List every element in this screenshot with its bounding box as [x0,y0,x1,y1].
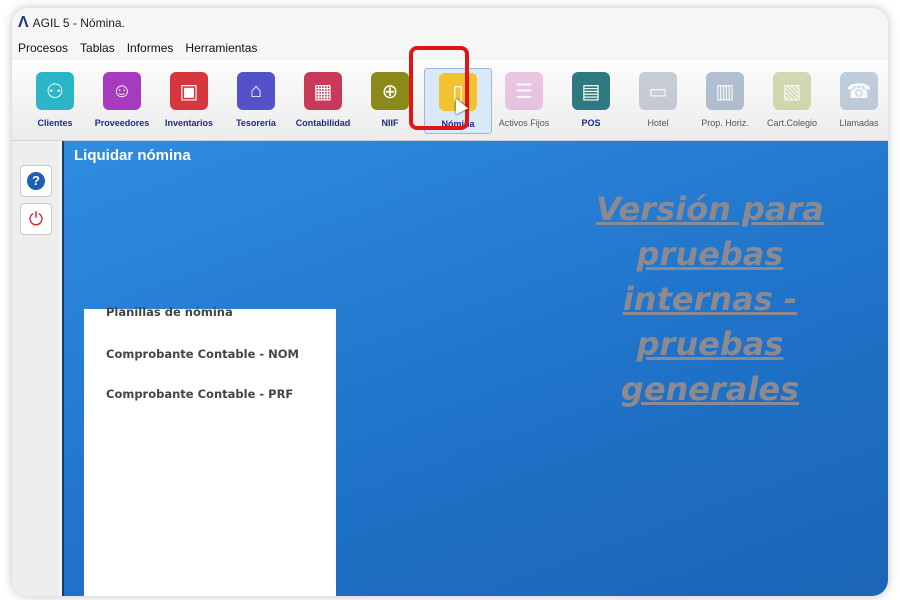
bank-icon: ⌂ [237,72,275,110]
building-icon: ▥ [706,72,744,110]
toolbar-button-hotel[interactable]: ▭ Hotel [625,68,691,132]
exit-button[interactable]: ⏻ [20,203,52,235]
toolbar-button-pos[interactable]: ▤ POS [558,68,624,132]
toolbar-button-label: Hotel [647,118,669,128]
toolbar-button-activos-fijos[interactable]: ☰ Activos Fijos [491,68,557,132]
assets-icon: ☰ [505,72,543,110]
toolbar-button-label: Clientes [37,118,73,128]
app-window: Λ AGIL 5 - Nómina. Procesos Tablas Infor… [12,8,888,596]
calculator-icon: ▦ [304,72,342,110]
menu-procesos[interactable]: Procesos [18,41,68,55]
globe-icon: ⊕ [371,72,409,110]
toolbar-button-label: Proveedores [94,118,150,128]
toolbar-button-label: Contabilidad [295,118,351,128]
list-item-comprobante-nom[interactable]: Comprobante Contable - NOM [106,347,299,361]
page-title: Liquidar nómina [74,147,191,164]
toolbar-button-clientes[interactable]: ⚇ Clientes [22,68,88,132]
menu-bar: Procesos Tablas Informes Herramientas [12,38,888,58]
provider-icon: ☺ [103,72,141,110]
school-icon: ▧ [773,72,811,110]
phone-icon: ☎ [840,72,878,110]
watermark-line: generales [620,370,800,408]
toolbar-button-label: Cart.Colegio [766,118,818,128]
toolbar-button-tesorería[interactable]: ⌂ Tesorería [223,68,289,132]
box-icon: ▣ [170,72,208,110]
menu-herramientas[interactable]: Herramientas [185,41,257,55]
title-bar: Λ AGIL 5 - Nómina. [12,8,888,38]
window-title: AGIL 5 - Nómina. [32,16,125,30]
list-item-comprobante-prf[interactable]: Comprobante Contable - PRF [106,387,293,401]
toolbar-button-label: Prop. Horiz. [701,118,749,128]
toolbar-button-niif[interactable]: ⊕ NIIF [357,68,423,132]
toolbar-button-contabilidad[interactable]: ▦ Contabilidad [290,68,356,132]
toolbar-button-label: Activos Fijos [498,118,550,128]
menu-tablas[interactable]: Tablas [80,41,115,55]
watermark-line: pruebas [636,235,784,273]
toolbar-button-prop-horiz-[interactable]: ▥ Prop. Horiz. [692,68,758,132]
toolbar-button-label: Llamadas [839,118,879,128]
store-icon: ▤ [572,72,610,110]
toolbar-button-proveedores[interactable]: ☺ Proveedores [89,68,155,132]
sidebar: ? ⏻ [12,141,58,596]
toolbar-button-label: Tesorería [236,118,276,128]
toolbar-button-label: Inventarios [164,118,213,128]
toolbar-button-inventarios[interactable]: ▣ Inventarios [156,68,222,132]
toolbar-button-llamadas[interactable]: ☎ Llamadas [826,68,888,132]
people-icon: ⚇ [36,72,74,110]
toolbar-button-label: NIIF [381,118,399,128]
toolbar-button-label: POS [581,118,601,128]
bed-icon: ▭ [639,72,677,110]
menu-informes[interactable]: Informes [127,41,174,55]
help-icon: ? [27,172,45,190]
toolbar-button-cart-colegio[interactable]: ▧ Cart.Colegio [759,68,825,132]
test-version-watermark: Versión para pruebas internas - pruebas … [560,187,860,412]
power-icon: ⏻ [28,208,44,229]
watermark-line: pruebas [636,325,784,363]
process-list-panel: Planillas de nómina Comprobante Contable… [84,305,336,596]
app-logo-icon: Λ [18,14,29,31]
list-item-planillas[interactable]: Planillas de nómina [106,305,233,319]
watermark-line: internas - [622,280,798,318]
watermark-line: Versión para [596,190,824,228]
help-button[interactable]: ? [20,165,52,197]
toolbar-button-label: Nómina [441,119,475,129]
main-area: Liquidar nómina Planillas de nómina Comp… [62,141,888,596]
